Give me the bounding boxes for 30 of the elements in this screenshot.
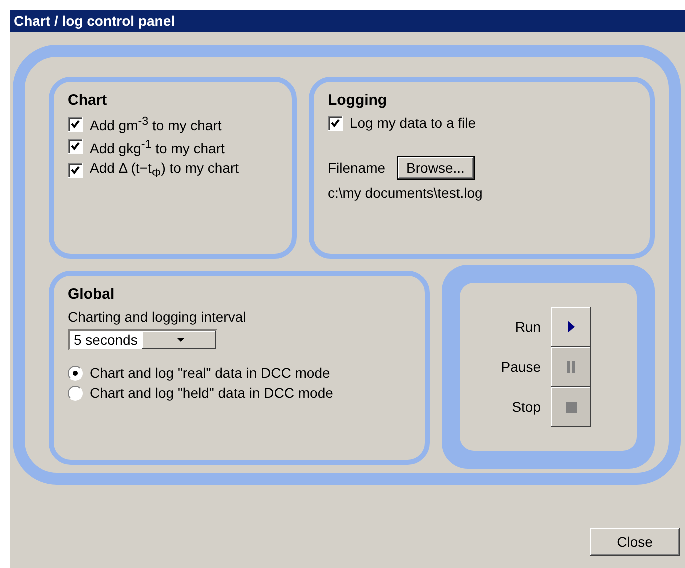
checkbox[interactable] bbox=[328, 116, 343, 130]
window-title: Chart / log control panel bbox=[10, 10, 685, 32]
close-button[interactable]: Close bbox=[590, 528, 680, 556]
checkbox-label: Add gm$^{-3}$ to my chart bbox=[90, 115, 222, 134]
section-title: Global bbox=[68, 286, 116, 303]
control-button[interactable] bbox=[551, 307, 591, 347]
radio-label: Chart and log "held" data in DCC mode bbox=[90, 385, 334, 401]
filename-label: Filename bbox=[328, 160, 386, 176]
section-title: Logging bbox=[328, 92, 388, 109]
radio-button[interactable] bbox=[68, 366, 83, 380]
checkbox-label: Add Δ (t−t$_{Φ}$) to my chart bbox=[90, 160, 239, 180]
control-label: Run bbox=[515, 319, 541, 335]
checkbox-label: Add gkg$^{-1}$ to my chart bbox=[90, 138, 225, 156]
checkbox-label: Log my data to a file bbox=[350, 115, 476, 131]
control-label: Stop bbox=[512, 399, 541, 415]
checkbox[interactable] bbox=[68, 162, 83, 178]
radio-button[interactable] bbox=[68, 386, 83, 400]
checkbox[interactable] bbox=[68, 116, 83, 132]
play-icon bbox=[568, 321, 574, 333]
interval-label: Charting and logging interval bbox=[68, 309, 248, 325]
file-path: c:\my documents\test.log bbox=[328, 185, 484, 201]
control-label: Pause bbox=[501, 359, 541, 375]
browse-button[interactable]: Browse... bbox=[398, 157, 474, 179]
stop-icon bbox=[566, 402, 576, 412]
dropdown-arrow-icon bbox=[177, 338, 185, 342]
interval-dropdown[interactable]: 5 seconds bbox=[68, 329, 218, 351]
section-title: Chart bbox=[68, 92, 108, 109]
pause-icon bbox=[567, 361, 575, 373]
checkbox[interactable] bbox=[68, 139, 83, 154]
radio-label: Chart and log "real" data in DCC mode bbox=[90, 365, 330, 381]
